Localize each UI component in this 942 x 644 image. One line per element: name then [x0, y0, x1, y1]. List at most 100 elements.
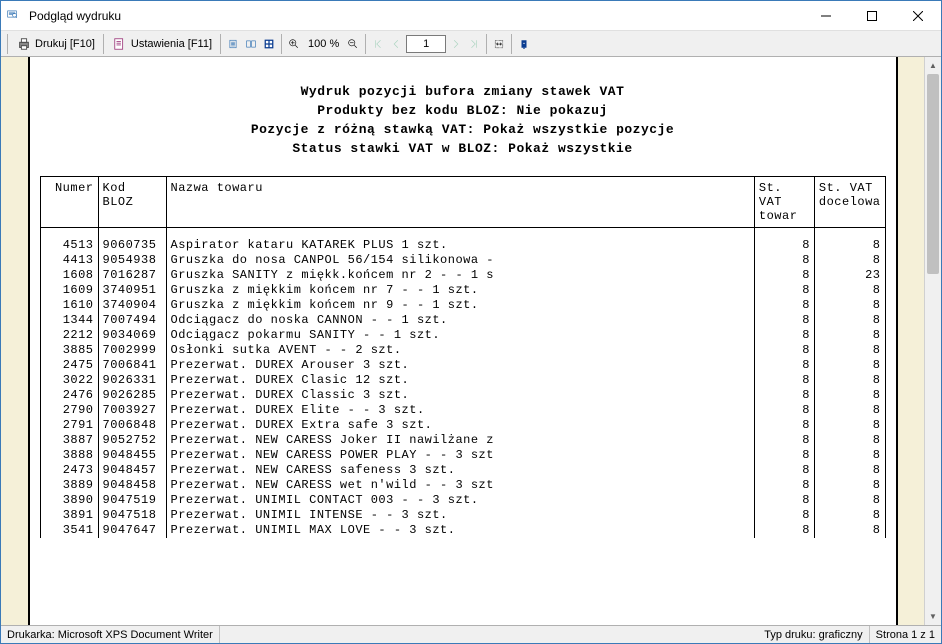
cell-name: Prezerwat. NEW CARESS wet n'wild - - 3 s… — [166, 478, 754, 493]
cell-vat-target: 8 — [814, 493, 885, 508]
settings-button[interactable]: Ustawienia [F11] — [108, 33, 216, 55]
cell-vat-target: 8 — [814, 283, 885, 298]
cell-vat-item: 8 — [754, 463, 814, 478]
cell-vat-item: 8 — [754, 478, 814, 493]
col-name: Nazwa towaru — [166, 177, 754, 228]
cell-num: 3888 — [40, 448, 98, 463]
scroll-up-icon[interactable]: ▲ — [925, 57, 941, 74]
print-label: Drukuj [F10] — [35, 38, 95, 50]
report-header: Wydruk pozycji bufora zmiany stawek VAT … — [40, 83, 886, 158]
cell-num: 2212 — [40, 328, 98, 343]
table-row: 24769026285Prezerwat. DUREX Classic 3 sz… — [40, 388, 885, 403]
cell-vat-target: 8 — [814, 418, 885, 433]
cell-bloz: 9048455 — [98, 448, 166, 463]
cell-bloz: 9034069 — [98, 328, 166, 343]
cell-bloz: 7002999 — [98, 343, 166, 358]
cell-num: 3890 — [40, 493, 98, 508]
cell-num: 2475 — [40, 358, 98, 373]
view-multi-icon[interactable] — [243, 36, 259, 52]
cell-name: Gruszka z miękkim końcem nr 7 - - 1 szt. — [166, 283, 754, 298]
cell-vat-target: 23 — [814, 268, 885, 283]
view-single-icon[interactable] — [225, 36, 241, 52]
table-row: 22129034069Odciągacz pokarmu SANITY - - … — [40, 328, 885, 343]
zoom-level: 100 % — [304, 38, 343, 50]
cell-vat-target: 8 — [814, 313, 885, 328]
cell-bloz: 9047647 — [98, 523, 166, 538]
cell-name: Gruszka SANITY z miękk.końcem nr 2 - - 1… — [166, 268, 754, 283]
zoom-in-icon[interactable] — [286, 36, 302, 52]
cell-name: Gruszka do nosa CANPOL 56/154 silikonowa… — [166, 253, 754, 268]
cell-num: 3885 — [40, 343, 98, 358]
cell-bloz: 9047518 — [98, 508, 166, 523]
cell-bloz: 7016287 — [98, 268, 166, 283]
cell-num: 3541 — [40, 523, 98, 538]
report-page: Wydruk pozycji bufora zmiany stawek VAT … — [28, 57, 898, 625]
cell-vat-item: 8 — [754, 508, 814, 523]
scroll-thumb[interactable] — [927, 74, 939, 274]
table-row: 38889048455Prezerwat. NEW CARESS POWER P… — [40, 448, 885, 463]
cell-vat-item: 8 — [754, 343, 814, 358]
cell-name: Prezerwat. NEW CARESS safeness 3 szt. — [166, 463, 754, 478]
cell-vat-target: 8 — [814, 478, 885, 493]
cell-vat-target: 8 — [814, 523, 885, 538]
cell-bloz: 9054938 — [98, 253, 166, 268]
table-row: 16087016287Gruszka SANITY z miękk.końcem… — [40, 268, 885, 283]
table-row: 24757006841Prezerwat. DUREX Arouser 3 sz… — [40, 358, 885, 373]
scroll-down-icon[interactable]: ▼ — [925, 608, 941, 625]
cell-vat-item: 8 — [754, 313, 814, 328]
cell-vat-target: 8 — [814, 228, 885, 253]
last-page-icon[interactable] — [466, 36, 482, 52]
cell-vat-item: 8 — [754, 328, 814, 343]
first-page-icon[interactable] — [370, 36, 386, 52]
cell-name: Prezerwat. DUREX Clasic 12 szt. — [166, 373, 754, 388]
cell-bloz: 7006848 — [98, 418, 166, 433]
status-page: Strona 1 z 1 — [870, 626, 941, 643]
cell-bloz: 9047519 — [98, 493, 166, 508]
table-row: 16103740904Gruszka z miękkim końcem nr 9… — [40, 298, 885, 313]
fit-width-icon[interactable] — [491, 36, 507, 52]
table-row: 16093740951Gruszka z miękkim końcem nr 7… — [40, 283, 885, 298]
exit-icon[interactable] — [516, 36, 532, 52]
table-row: 24739048457Prezerwat. NEW CARESS safenes… — [40, 463, 885, 478]
page-number-input[interactable] — [406, 35, 446, 53]
minimize-button[interactable] — [803, 1, 849, 31]
cell-vat-item: 8 — [754, 418, 814, 433]
col-vat-item: St. VAT towar — [754, 177, 814, 228]
vertical-scrollbar[interactable]: ▲ ▼ — [924, 57, 941, 625]
cell-num: 1610 — [40, 298, 98, 313]
cell-bloz: 9060735 — [98, 228, 166, 253]
cell-num: 1609 — [40, 283, 98, 298]
cell-num: 1344 — [40, 313, 98, 328]
cell-vat-target: 8 — [814, 463, 885, 478]
cell-vat-item: 8 — [754, 388, 814, 403]
view-grid-icon[interactable] — [261, 36, 277, 52]
cell-vat-item: 8 — [754, 283, 814, 298]
cell-num: 4513 — [40, 228, 98, 253]
cell-name: Prezerwat. DUREX Arouser 3 szt. — [166, 358, 754, 373]
close-button[interactable] — [895, 1, 941, 31]
maximize-button[interactable] — [849, 1, 895, 31]
cell-bloz: 3740951 — [98, 283, 166, 298]
header-line: Pozycje z różną stawką VAT: Pokaż wszyst… — [40, 121, 886, 140]
cell-vat-target: 8 — [814, 433, 885, 448]
cell-vat-item: 8 — [754, 373, 814, 388]
cell-bloz: 9052752 — [98, 433, 166, 448]
cell-bloz: 9048458 — [98, 478, 166, 493]
table-row: 38899048458Prezerwat. NEW CARESS wet n'w… — [40, 478, 885, 493]
col-vat-target: St. VAT docelowa — [814, 177, 885, 228]
zoom-out-icon[interactable] — [345, 36, 361, 52]
cell-vat-item: 8 — [754, 253, 814, 268]
table-header-row: Numer Kod BLOZ Nazwa towaru St. VAT towa… — [40, 177, 885, 228]
cell-bloz: 7006841 — [98, 358, 166, 373]
print-button[interactable]: Drukuj [F10] — [12, 33, 99, 55]
cell-vat-target: 8 — [814, 448, 885, 463]
cell-vat-target: 8 — [814, 343, 885, 358]
settings-icon — [112, 36, 128, 52]
prev-page-icon[interactable] — [388, 36, 404, 52]
cell-name: Prezerwat. DUREX Elite - - 3 szt. — [166, 403, 754, 418]
cell-num: 2473 — [40, 463, 98, 478]
table-row: 35419047647Prezerwat. UNIMIL MAX LOVE - … — [40, 523, 885, 538]
col-num: Numer — [40, 177, 98, 228]
next-page-icon[interactable] — [448, 36, 464, 52]
table-row: 27917006848Prezerwat. DUREX Extra safe 3… — [40, 418, 885, 433]
